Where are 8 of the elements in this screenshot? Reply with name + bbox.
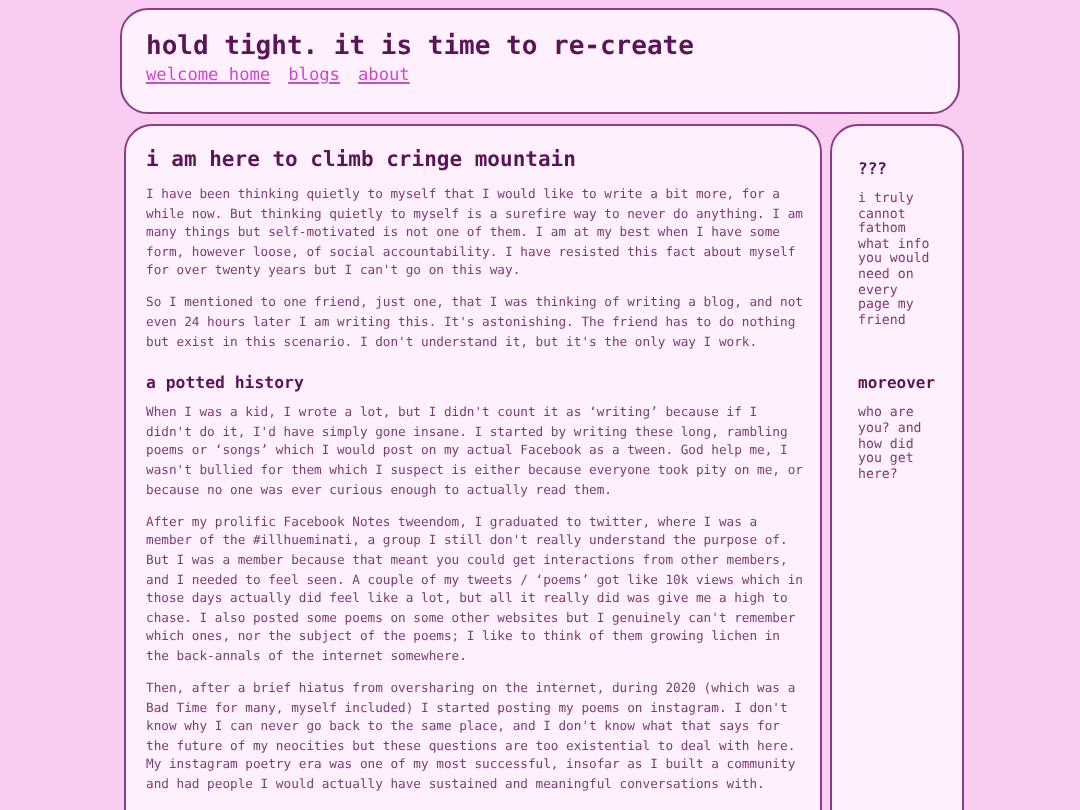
nav-link[interactable]: welcome home [146, 66, 271, 88]
site-title: hold tight. it is time to re-create [146, 30, 696, 66]
sidebar-heading: moreover [858, 372, 934, 395]
post-title: i am here to climb cringe mountain [146, 146, 578, 174]
sidebar-heading: ??? [858, 158, 889, 180]
section-heading: a potted history [146, 372, 306, 395]
nav-link[interactable]: blogs [288, 66, 340, 88]
nav-link[interactable]: about [357, 66, 410, 88]
